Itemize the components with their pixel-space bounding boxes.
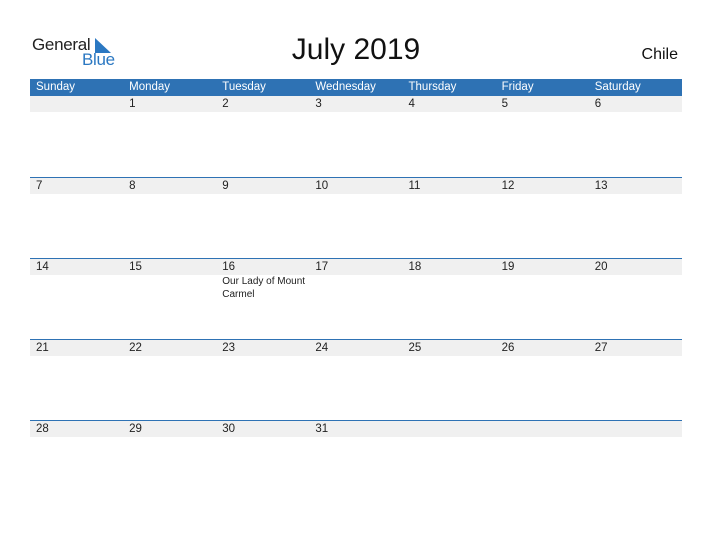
weekday-monday: Monday <box>129 81 171 93</box>
country-label: Chile <box>641 46 678 63</box>
event-row: Our Lady of Mount Carmel <box>30 275 682 301</box>
day-number: 19 <box>501 261 515 273</box>
holiday-event <box>309 275 402 301</box>
week-row: 7 8 9 10 11 12 13 <box>30 177 682 258</box>
day-number: 31 <box>315 423 329 435</box>
day-number: 13 <box>594 180 608 192</box>
day-number <box>403 421 496 437</box>
weekday-sunday: Sunday <box>36 81 76 93</box>
holiday-event <box>123 275 216 301</box>
day-number: 2 <box>222 98 229 110</box>
day-number: 30 <box>222 423 236 435</box>
day-number: 28 <box>36 423 49 435</box>
day-number-row: 21 22 23 24 25 26 27 <box>30 340 682 356</box>
weekday-tuesday: Tuesday <box>222 81 266 93</box>
holiday-event <box>30 275 123 301</box>
day-number: 15 <box>129 261 142 273</box>
day-number: 9 <box>222 180 229 192</box>
day-number <box>589 421 682 437</box>
day-number: 10 <box>315 180 329 192</box>
day-number: 7 <box>36 180 43 192</box>
day-number: 24 <box>315 342 329 354</box>
week-row: 21 22 23 24 25 26 27 <box>30 339 682 420</box>
day-number: 26 <box>501 342 515 354</box>
day-number-row: 14 15 16 17 18 19 20 <box>30 259 682 275</box>
day-number: 25 <box>408 342 422 354</box>
holiday-event: Our Lady of Mount Carmel <box>222 276 306 300</box>
calendar-grid: Sunday Monday Tuesday Wednesday Thursday… <box>30 79 682 501</box>
day-number <box>30 96 123 112</box>
day-number: 21 <box>36 342 49 354</box>
day-number-row: 7 8 9 10 11 12 13 <box>30 178 682 194</box>
day-number <box>496 421 589 437</box>
day-number: 4 <box>408 98 415 110</box>
weekday-friday: Friday <box>501 81 534 93</box>
holiday-event <box>403 275 496 301</box>
day-number: 23 <box>222 342 236 354</box>
day-number: 5 <box>501 98 509 110</box>
day-number: 18 <box>408 261 422 273</box>
week-row: 28 29 30 31 <box>30 420 682 501</box>
page-title: July 2019 <box>291 33 421 66</box>
day-number: 29 <box>129 423 142 435</box>
weekday-wednesday: Wednesday <box>315 81 376 93</box>
week-row: 14 15 16 17 18 19 20 Our Lady of Mount Carmel <box>30 258 682 339</box>
day-number: 6 <box>594 98 602 110</box>
day-number: 17 <box>315 261 329 273</box>
day-number: 16 <box>222 261 236 273</box>
day-number: 14 <box>36 261 49 273</box>
day-number: 20 <box>594 261 608 273</box>
holiday-event <box>496 275 589 301</box>
day-number-row: 28 29 30 31 <box>30 421 682 437</box>
weekday-thursday: Thursday <box>408 81 457 93</box>
day-number: 12 <box>501 180 515 192</box>
weekday-saturday: Saturday <box>594 81 641 93</box>
day-number: 22 <box>129 342 142 354</box>
day-number-row: 1 2 3 4 5 6 <box>30 96 682 112</box>
day-number: 27 <box>594 342 608 354</box>
day-number: 3 <box>315 98 322 110</box>
day-number: 1 <box>129 98 136 110</box>
day-number: 11 <box>408 180 421 192</box>
holiday-event <box>589 275 682 301</box>
day-number: 8 <box>129 180 136 192</box>
week-row: 1 2 3 4 5 6 <box>30 96 682 177</box>
weekday-header: Sunday Monday Tuesday Wednesday Thursday… <box>30 79 682 96</box>
